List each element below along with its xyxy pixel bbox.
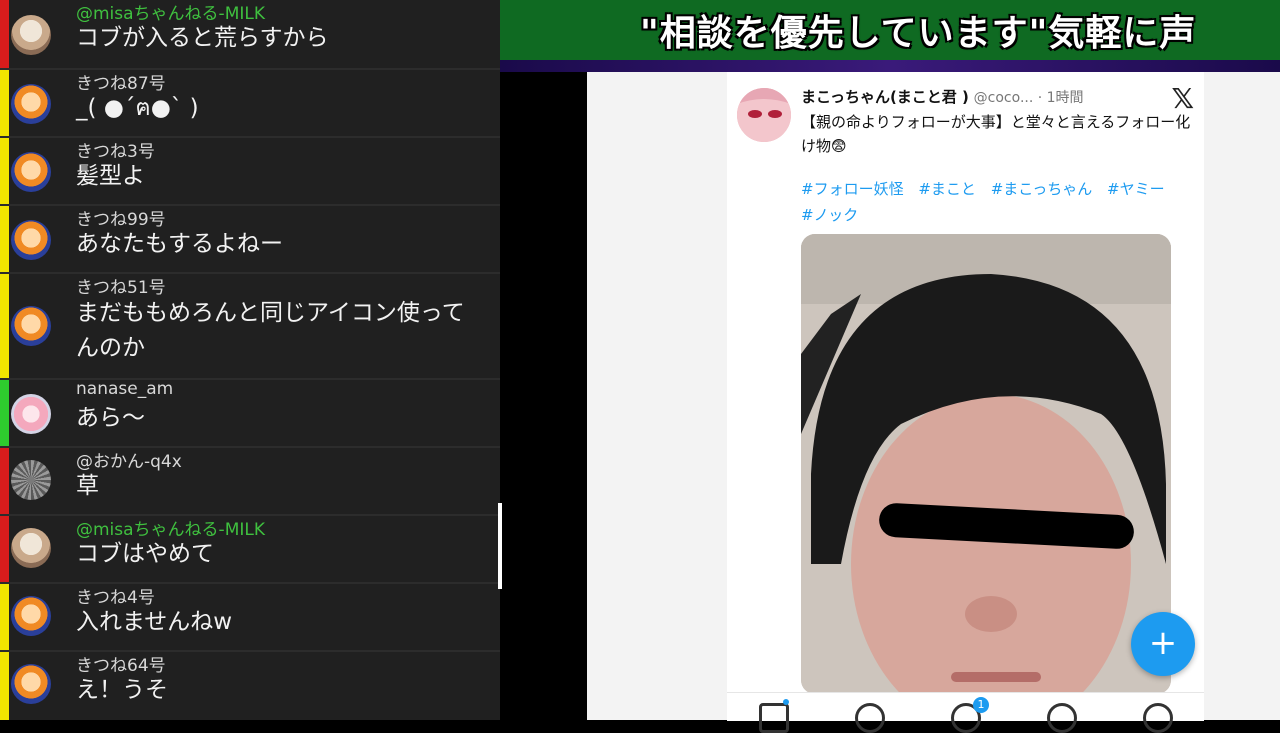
chat-panel: @misaちゃんねる-MILK コブが入ると荒らすから きつね87号 _( ●´… — [0, 0, 500, 720]
user-color-bar — [0, 380, 9, 446]
user-color-bar — [0, 652, 9, 720]
chat-message: @misaちゃんねる-MILK コブが入ると荒らすから — [0, 0, 500, 70]
user-color-bar — [0, 0, 9, 68]
home-icon[interactable] — [759, 703, 789, 733]
chat-author: nanase_am — [76, 379, 174, 399]
chat-message: きつね87号 _( ●´ฅ●` ) — [0, 70, 500, 138]
tweet-hashtags: #フォロー妖怪 #まこと #まこっちゃん #ヤミー #ノック — [801, 176, 1181, 228]
anime-face-icon — [737, 88, 791, 142]
chat-author: きつね99号 — [76, 210, 166, 230]
user-color-bar — [0, 448, 9, 514]
avatar[interactable] — [11, 84, 51, 124]
tweet-display-name[interactable]: まこっちゃん(まこと君 ) — [801, 88, 969, 106]
chat-message: @おかん-q4x 草 — [0, 448, 500, 516]
messages-icon[interactable] — [1143, 703, 1173, 733]
chat-text: _( ●´ฅ●` ) — [76, 95, 199, 121]
chat-text: あなたもするよねー — [76, 231, 283, 257]
chat-text: コブはやめて — [76, 541, 214, 567]
chat-text: まだももめろんと同じアイコン使ってんのか — [76, 300, 465, 361]
chat-text: コブが入ると荒らすから — [76, 25, 329, 51]
chat-scrollbar[interactable] — [498, 503, 502, 589]
tweet-card: まこっちゃん(まこと君 ) @coco... · 1時間 𝕏 【親の命よりフォロ… — [727, 72, 1204, 733]
chat-author: @misaちゃんねる-MILK — [76, 4, 265, 24]
avatar[interactable] — [11, 306, 51, 346]
user-color-bar — [0, 206, 9, 272]
avatar[interactable] — [11, 394, 51, 434]
chat-author: きつね3号 — [76, 142, 155, 162]
tweet-handle-time: @coco... · 1時間 — [973, 90, 1084, 106]
user-color-bar — [0, 138, 9, 204]
chat-message: nanase_am あら～ — [0, 379, 500, 448]
chat-text: 髪型よ — [76, 163, 145, 189]
hashtag-link[interactable]: #ヤミー — [1107, 180, 1165, 198]
notification-badge: 1 — [973, 697, 989, 713]
chat-text: 草 — [76, 473, 99, 499]
banner-ticker-text: "相談を優先しています"気軽に声 — [640, 13, 1197, 54]
compose-button[interactable]: + — [1131, 612, 1195, 676]
banner-divider — [500, 60, 1280, 72]
tweet-photo[interactable] — [801, 234, 1171, 694]
chat-author: きつね64号 — [76, 656, 166, 676]
chat-author: きつね51号 — [76, 278, 166, 298]
chat-message: きつね3号 髪型よ — [0, 138, 500, 206]
user-color-bar — [0, 516, 9, 582]
chat-author: きつね87号 — [76, 74, 166, 94]
avatar[interactable] — [11, 596, 51, 636]
user-color-bar — [0, 70, 9, 136]
avatar[interactable] — [11, 460, 51, 500]
user-color-bar — [0, 584, 9, 650]
avatar[interactable] — [11, 220, 51, 260]
chat-message: きつね4号 入れませんねw — [0, 584, 500, 652]
tweet-header: まこっちゃん(まこと君 ) @coco... · 1時間 — [801, 86, 1084, 107]
hashtag-link[interactable]: #フォロー妖怪 — [801, 180, 904, 198]
hashtag-link[interactable]: #ノック — [801, 206, 858, 224]
chat-message: @misaちゃんねる-MILK コブはやめて — [0, 516, 500, 584]
hashtag-link[interactable]: #まこっちゃん — [991, 180, 1093, 198]
avatar[interactable] — [11, 528, 51, 568]
chat-author: @おかん-q4x — [76, 452, 182, 472]
tweet-author-avatar[interactable] — [737, 88, 791, 142]
chat-message: きつね99号 あなたもするよねー — [0, 206, 500, 274]
search-icon[interactable] — [855, 703, 885, 733]
user-color-bar — [0, 274, 9, 378]
chat-text: あら～ — [76, 405, 145, 431]
chat-message: きつね51号 まだももめろんと同じアイコン使ってんのか — [0, 274, 500, 380]
hashtag-link[interactable]: #まこと — [918, 180, 976, 198]
communities-icon[interactable] — [1047, 703, 1077, 733]
chat-text: え！うそ — [76, 677, 168, 703]
bottom-nav: 1 — [727, 692, 1204, 733]
avatar[interactable] — [11, 664, 51, 704]
chat-message: きつね64号 え！うそ — [0, 652, 500, 720]
chat-author: きつね4号 — [76, 588, 155, 608]
chat-text: 入れませんねw — [76, 609, 233, 635]
avatar[interactable] — [11, 15, 51, 55]
photo-portrait-icon — [801, 234, 1171, 694]
chat-author: @misaちゃんねる-MILK — [76, 520, 265, 540]
announcement-banner: "相談を優先しています"気軽に声 — [500, 0, 1280, 60]
new-content-dot — [783, 699, 789, 705]
tweet-text: 【親の命よりフォローが大事】と堂々と言えるフォロー化け物😨 — [801, 113, 1191, 155]
avatar[interactable] — [11, 152, 51, 192]
